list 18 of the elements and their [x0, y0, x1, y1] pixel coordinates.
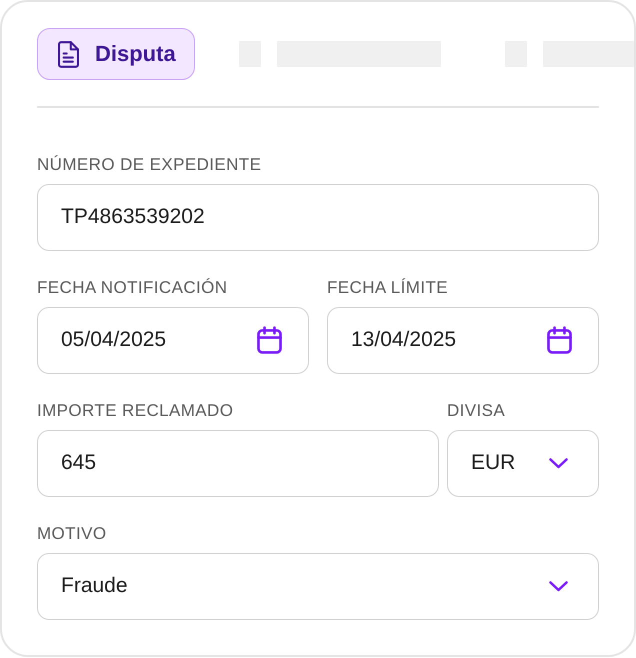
chevron-down-icon [549, 458, 568, 468]
field-label: FECHA LÍMITE [327, 276, 448, 298]
date-field[interactable]: 13/04/2025 [327, 306, 599, 374]
date-field[interactable]: 05/04/2025 [37, 306, 309, 374]
calendar-icon [257, 326, 282, 354]
field-label: NÚMERO DE EXPEDIENTE [37, 154, 262, 176]
field-label: FECHA NOTIFICACIÓN [37, 276, 228, 298]
document-icon [58, 40, 79, 68]
dropdown-field[interactable]: Fraude [37, 552, 599, 620]
text-field[interactable]: TP4863539202 [37, 184, 599, 250]
tab[interactable]: Disputa [37, 28, 195, 80]
dropdown-field[interactable]: EUR [447, 430, 599, 496]
calendar-icon [547, 326, 572, 354]
field-label: MOTIVO [37, 522, 106, 544]
field-label: DIVISA [447, 400, 506, 422]
text-field[interactable]: 645 [37, 430, 439, 496]
field-label: IMPORTE RECLAMADO [37, 400, 234, 422]
chevron-down-icon [549, 580, 568, 592]
